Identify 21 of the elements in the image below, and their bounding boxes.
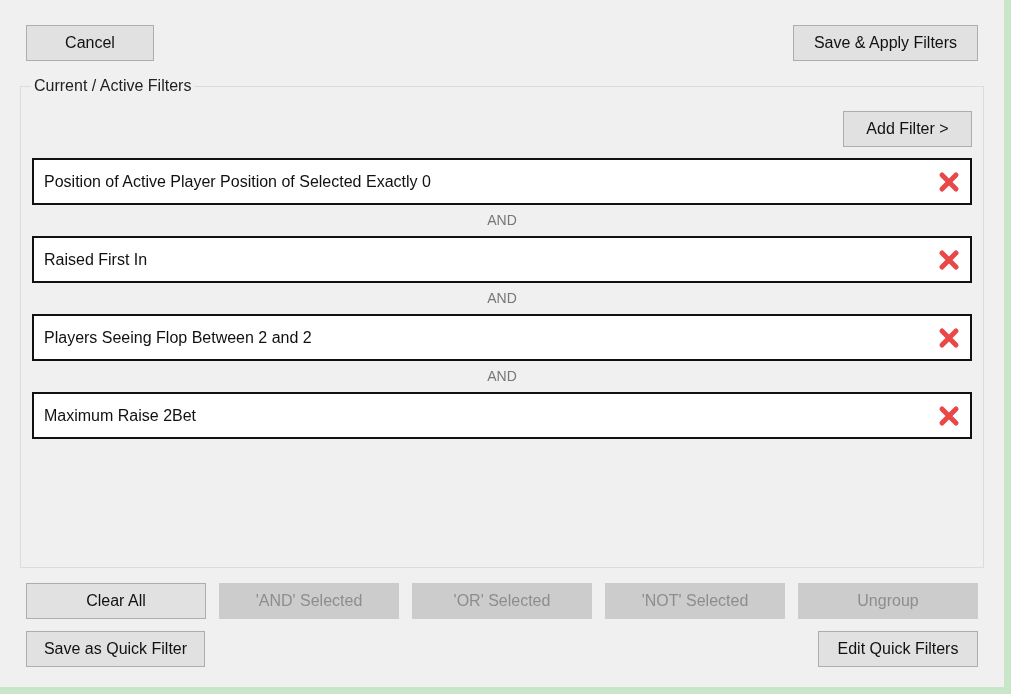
edit-quick-filters-button[interactable]: Edit Quick Filters — [818, 631, 978, 667]
cancel-button[interactable]: Cancel — [26, 25, 154, 61]
remove-icon[interactable] — [938, 170, 960, 193]
connector-label: AND — [487, 211, 517, 230]
add-filter-button[interactable]: Add Filter > — [843, 111, 972, 147]
filter-text: Raised First In — [44, 249, 148, 270]
filter-row[interactable]: Position of Active Player Position of Selected Exactly 0 — [32, 158, 972, 205]
filter-text: Position of Active Player Position of Selected Exactly 0 — [44, 171, 431, 192]
remove-icon[interactable] — [938, 326, 960, 349]
filter-text: Players Seeing Flop Between 2 and 2 — [44, 327, 312, 348]
connector-label: AND — [487, 367, 517, 386]
filter-text: Maximum Raise 2Bet — [44, 405, 197, 426]
connector-label: AND — [487, 289, 517, 308]
action-button[interactable]: Clear All — [26, 583, 206, 619]
save-quick-filter-button[interactable]: Save as Quick Filter — [26, 631, 205, 667]
filter-row[interactable]: Players Seeing Flop Between 2 and 2 — [32, 314, 972, 361]
filter-row[interactable]: Maximum Raise 2Bet — [32, 392, 972, 439]
remove-icon[interactable] — [938, 248, 960, 271]
remove-icon[interactable] — [938, 404, 960, 427]
save-apply-button[interactable]: Save & Apply Filters — [793, 25, 978, 61]
filter-row[interactable]: Raised First In — [32, 236, 972, 283]
